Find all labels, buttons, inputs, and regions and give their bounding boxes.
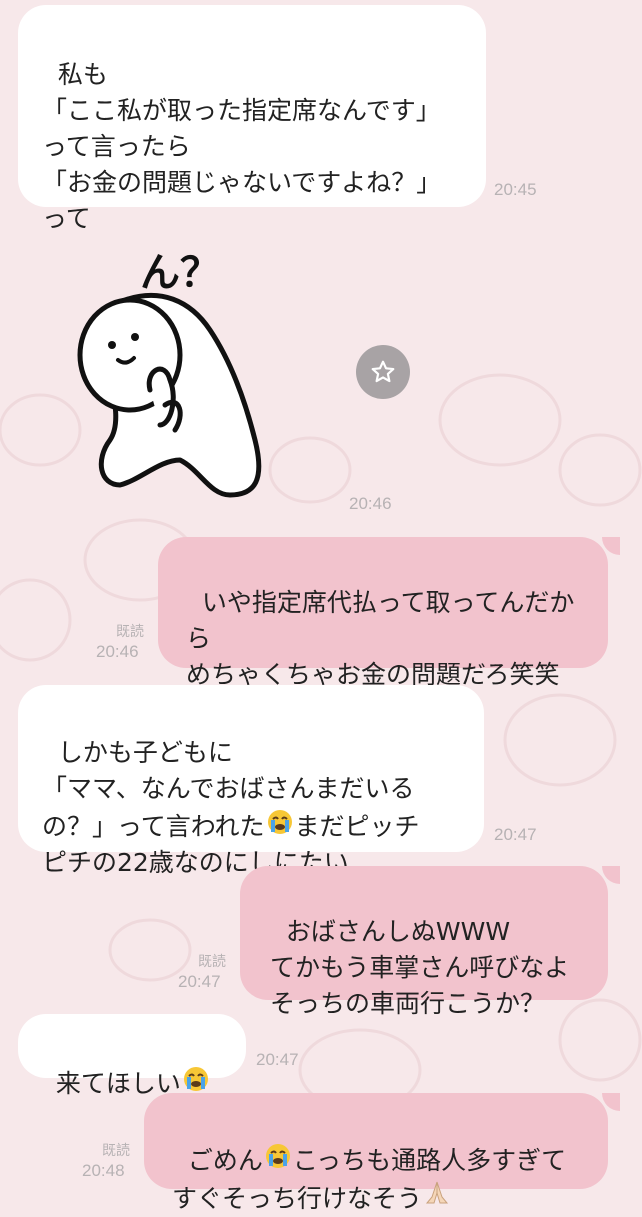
message-bubble-outgoing[interactable]: おばさんしぬWWW てかもう車掌さん呼びなよ そっちの車両行こうか？ [240,866,608,1018]
folded-hands-emoji [422,1179,452,1217]
sticker[interactable]: ん？ [70,230,290,500]
message-text: いや指定席代払って取ってんだか ら めちゃくちゃお金の問題だろ笑笑 [186,588,575,689]
message-time: 20:46 [96,642,139,661]
crying-face-emoji [263,1141,293,1179]
message-bubble-incoming[interactable]: 来てほしい [18,1014,246,1098]
message-bubble-outgoing[interactable]: いや指定席代払って取ってんだか ら めちゃくちゃお金の問題だろ笑笑 [158,537,608,689]
crying-face-emoji [265,807,295,845]
message-text: 私も 「ここ私が取った指定席なんです」 って言ったら 「お金の問題じゃないですよ… [42,60,442,233]
message-bubble-incoming[interactable]: しかも子どもに 「ママ、なんでおばさんまだいる の？」って言われた まだピッチ ピ… [18,685,484,877]
message-bubble-outgoing[interactable]: ごめん こっちも通路人多すぎて すぐそっち行けなそう [144,1093,608,1213]
message-text: ごめん [187,1146,263,1175]
message-time: 20:48 [82,1161,125,1180]
message-time: 20:47 [178,972,221,991]
read-receipt: 既読 [102,1143,130,1159]
read-receipt: 既読 [198,954,226,970]
message-time: 20:46 [349,494,392,513]
message-time: 20:47 [256,1050,299,1069]
message-text: おばさんしぬWWW てかもう車掌さん呼びなよ そっちの車両行こうか？ [270,917,570,1018]
message-time: 20:47 [494,825,537,844]
favorite-sticker-button[interactable] [356,345,410,399]
star-icon [371,360,395,383]
sticker-caption: ん？ [140,250,220,296]
message-bubble-incoming[interactable]: 私も 「ここ私が取った指定席なんです」 って言ったら 「お金の問題じゃないですよ… [18,5,486,233]
read-receipt: 既読 [116,624,144,640]
message-time: 20:45 [494,180,537,199]
